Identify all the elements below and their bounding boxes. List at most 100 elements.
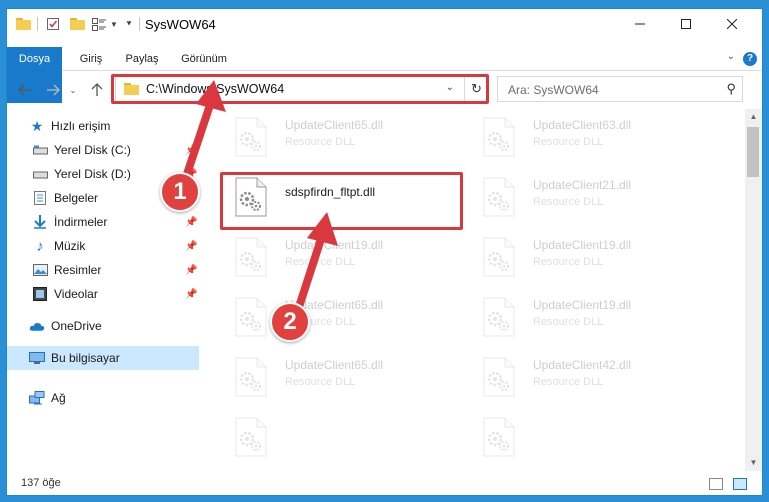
- search-placeholder: Ara: SysWOW64: [508, 83, 599, 97]
- nav-item-this-pc[interactable]: Bu bilgisayar: [7, 346, 199, 370]
- pin-icon[interactable]: 📌: [185, 241, 197, 252]
- nav-item-label: Hızlı erişim: [51, 119, 111, 133]
- dll-file-icon: [235, 117, 267, 157]
- nav-item-label: Belgeler: [54, 191, 99, 205]
- maximize-button[interactable]: [663, 9, 709, 39]
- star-icon: ★: [30, 117, 44, 134]
- folder-icon[interactable]: [15, 16, 31, 32]
- nav-item-videos[interactable]: Videolar 📌: [7, 282, 199, 306]
- pin-icon[interactable]: 📌: [185, 145, 197, 156]
- dll-file-icon: [235, 417, 267, 457]
- file-type: Resource DLL: [285, 256, 356, 268]
- help-icon[interactable]: ?: [743, 52, 757, 66]
- file-item[interactable]: UpdateClient19.dll Resource DLL: [471, 229, 711, 285]
- file-type: Resource DLL: [285, 136, 356, 148]
- close-button[interactable]: [709, 9, 755, 39]
- recent-locations-icon[interactable]: ⌄: [63, 80, 83, 100]
- pin-icon[interactable]: 📌: [185, 289, 197, 300]
- nav-item-label: OneDrive: [51, 319, 102, 333]
- dll-file-icon: [483, 357, 515, 397]
- nav-item-network[interactable]: Ağ: [7, 386, 199, 410]
- scroll-down-icon[interactable]: ▼: [745, 455, 762, 471]
- file-item[interactable]: UpdateClient65.dll Resource DLL: [223, 109, 463, 165]
- nav-item-label: Resimler: [54, 263, 102, 277]
- file-item[interactable]: [471, 409, 711, 465]
- window-title: SysWOW64: [145, 17, 216, 32]
- tab-home[interactable]: Giriş: [71, 47, 111, 71]
- address-highlight-box: [111, 74, 489, 104]
- dll-file-icon: [235, 357, 267, 397]
- customize-toolbar-icon[interactable]: ⯆: [123, 16, 135, 32]
- file-name: UpdateClient19.dll: [533, 298, 632, 312]
- navigation-pane: ★ Hızlı erişim Yerel Disk (C:) 📌 Yerel D…: [7, 109, 207, 471]
- download-icon: [32, 214, 48, 230]
- nav-item-pictures[interactable]: Resimler 📌: [7, 258, 199, 282]
- scroll-up-icon[interactable]: ▲: [745, 109, 762, 125]
- file-name: UpdateClient19.dll: [533, 238, 632, 252]
- dll-file-icon: [483, 177, 515, 217]
- nav-item-onedrive[interactable]: OneDrive: [7, 314, 199, 338]
- properties-icon[interactable]: [45, 16, 61, 32]
- file-item[interactable]: [223, 409, 463, 465]
- step-2-badge: 2: [270, 302, 310, 342]
- explorer-window: ▼ ⯆ SysWOW64 Dosya Giriş Paylaş Görünüm …: [6, 8, 763, 496]
- nav-item-quick-access[interactable]: ★ Hızlı erişim: [7, 114, 199, 138]
- pictures-icon: [32, 262, 48, 278]
- tab-share[interactable]: Paylaş: [119, 47, 165, 71]
- nav-item-music[interactable]: ♪ Müzik 📌: [7, 234, 199, 258]
- new-folder-icon[interactable]: [69, 16, 85, 32]
- video-icon: [32, 286, 48, 302]
- dll-file-icon: [483, 237, 515, 277]
- file-item[interactable]: UpdateClient63.dll Resource DLL: [471, 109, 711, 165]
- nav-item-downloads[interactable]: İndirmeler 📌: [7, 210, 199, 234]
- file-item[interactable]: UpdateClient65.dll Resource DLL: [223, 289, 463, 345]
- file-name: UpdateClient65.dll: [285, 358, 384, 372]
- tab-view[interactable]: Görünüm: [173, 47, 235, 71]
- target-file-highlight-box: [220, 172, 463, 230]
- drive-icon: [32, 166, 48, 182]
- file-item[interactable]: UpdateClient65.dll Resource DLL: [223, 349, 463, 405]
- file-type: Resource DLL: [285, 376, 356, 388]
- back-button[interactable]: [15, 80, 35, 100]
- forward-button[interactable]: [43, 80, 63, 100]
- cloud-icon: [29, 318, 45, 334]
- nav-item-label: Ağ: [51, 391, 66, 405]
- nav-item-local-disk-c[interactable]: Yerel Disk (C:) 📌: [7, 138, 199, 162]
- nav-item-label: Yerel Disk (C:): [54, 143, 131, 157]
- dll-file-icon: [483, 417, 515, 457]
- view-options-icon[interactable]: [91, 16, 107, 32]
- dll-file-icon: [235, 297, 267, 337]
- nav-item-label: Bu bilgisayar: [51, 351, 120, 365]
- nav-item-label: Müzik: [54, 239, 86, 253]
- file-item[interactable]: UpdateClient21.dll Resource DLL: [471, 169, 711, 225]
- file-name: UpdateClient21.dll: [533, 178, 632, 192]
- vertical-scrollbar[interactable]: ▲ ▼: [745, 109, 762, 471]
- nav-item-label: Videolar: [54, 287, 98, 301]
- file-item[interactable]: UpdateClient19.dll Resource DLL: [223, 229, 463, 285]
- scroll-thumb[interactable]: [747, 127, 759, 177]
- up-button[interactable]: [87, 80, 107, 100]
- computer-icon: [29, 350, 45, 366]
- title-bar: ▼ ⯆ SysWOW64: [7, 9, 762, 39]
- search-input[interactable]: Ara: SysWOW64 ⚲: [497, 76, 743, 102]
- chevron-down-icon[interactable]: ⌄: [727, 51, 735, 62]
- large-icons-view-icon[interactable]: [733, 478, 747, 490]
- dll-file-icon: [483, 117, 515, 157]
- file-type: Resource DLL: [533, 376, 604, 388]
- item-count: 137 öğe: [21, 477, 61, 489]
- pin-icon[interactable]: 📌: [185, 217, 197, 228]
- ribbon-tabs: Dosya Giriş Paylaş Görünüm ⌄ ?: [7, 47, 762, 103]
- file-item[interactable]: UpdateClient19.dll Resource DLL: [471, 289, 711, 345]
- file-type: Resource DLL: [533, 196, 604, 208]
- network-icon: [29, 390, 45, 406]
- music-icon: ♪: [36, 237, 44, 255]
- file-type: Resource DLL: [533, 256, 604, 268]
- nav-item-label: Yerel Disk (D:): [54, 167, 131, 181]
- pin-icon[interactable]: 📌: [185, 265, 197, 276]
- file-item[interactable]: UpdateClient42.dll Resource DLL: [471, 349, 711, 405]
- drive-icon: [32, 142, 48, 158]
- search-icon: ⚲: [726, 81, 736, 96]
- minimize-button[interactable]: [617, 9, 663, 39]
- details-view-icon[interactable]: [709, 478, 723, 490]
- dropdown-icon[interactable]: ▼: [109, 16, 119, 32]
